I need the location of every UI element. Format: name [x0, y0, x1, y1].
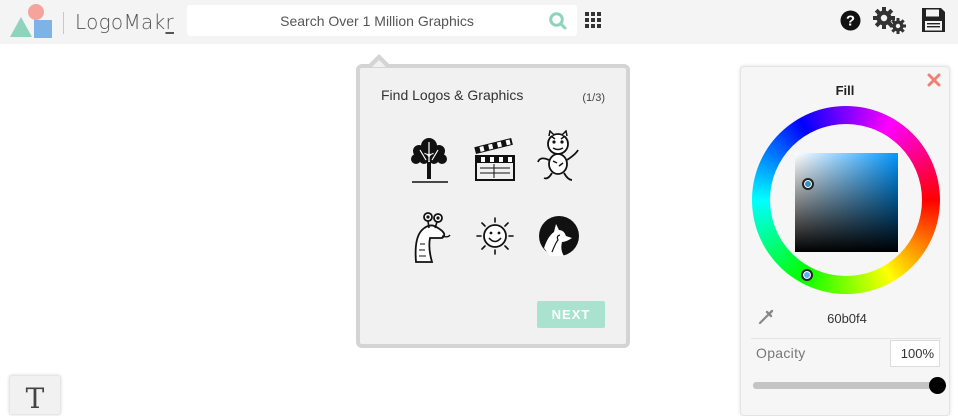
logo-divider — [63, 12, 64, 34]
app-name[interactable]: LogoMakr — [75, 10, 174, 34]
opacity-slider-thumb[interactable] — [929, 377, 946, 394]
tutorial-step-counter: (1/3) — [582, 92, 605, 104]
search-icon[interactable] — [549, 12, 567, 30]
search-input[interactable] — [187, 5, 577, 36]
search-box — [187, 5, 577, 36]
apps-grid-icon[interactable] — [585, 12, 601, 28]
close-icon[interactable] — [927, 73, 941, 87]
eyedropper-icon[interactable] — [757, 308, 775, 326]
app-name-suffix: r — [165, 10, 174, 34]
next-button[interactable]: NEXT — [537, 301, 605, 328]
tutorial-popup: Find Logos & Graphics (1/3) NEXT — [356, 54, 630, 348]
fill-color-panel: Fill 60b0f4 Opacity — [740, 66, 950, 416]
top-toolbar: LogoMakr ? — [0, 0, 958, 44]
panel-title: Fill — [835, 83, 855, 98]
svg-text:?: ? — [846, 13, 855, 30]
hex-color-value[interactable]: 60b0f4 — [797, 311, 897, 326]
saturation-value-handle[interactable] — [802, 178, 814, 190]
popup-pointer-inner — [372, 60, 386, 67]
settings-gears-icon[interactable] — [873, 6, 907, 34]
opacity-slider-track[interactable] — [753, 382, 938, 389]
save-icon[interactable] — [921, 7, 946, 33]
opacity-input[interactable] — [890, 340, 940, 367]
help-icon[interactable]: ? — [840, 10, 861, 31]
logomakr-logo-icon[interactable] — [8, 3, 56, 41]
saturation-value-picker[interactable] — [795, 153, 898, 252]
tiger-graphic[interactable] — [534, 130, 584, 186]
text-tool-button[interactable]: T — [9, 375, 61, 415]
snake-graphic[interactable] — [404, 208, 454, 264]
app-name-prefix: LogoMak — [75, 10, 166, 34]
divider — [751, 338, 941, 339]
hue-handle[interactable] — [801, 269, 813, 281]
text-tool-glyph: T — [25, 382, 45, 415]
tutorial-title: Find Logos & Graphics — [381, 87, 524, 103]
tree-graphic[interactable] — [404, 132, 454, 188]
wolf-moon-graphic[interactable] — [534, 208, 584, 264]
clapperboard-graphic[interactable] — [470, 132, 520, 188]
opacity-label: Opacity — [756, 345, 806, 361]
sun-graphic[interactable] — [470, 208, 520, 264]
